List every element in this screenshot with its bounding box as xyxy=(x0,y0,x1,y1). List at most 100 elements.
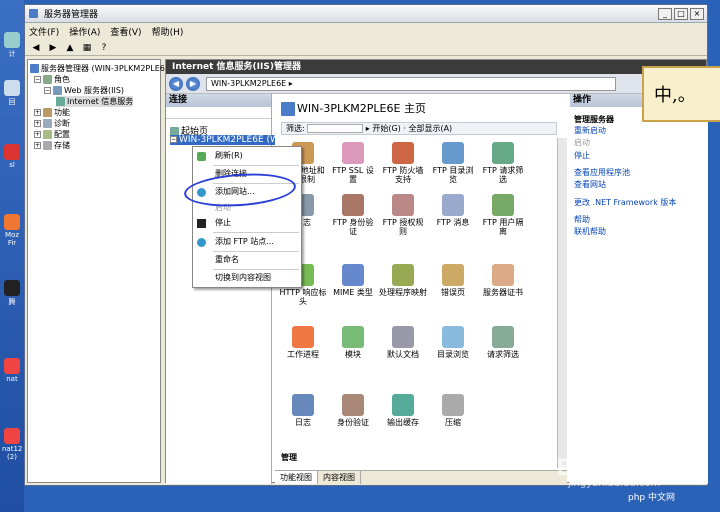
feature-item[interactable]: 请求筛选 xyxy=(479,326,527,359)
desktop-icon[interactable]: nat12 (2) xyxy=(2,428,22,461)
feature-label: FTP 授权规则 xyxy=(382,218,424,236)
feature-icon xyxy=(292,326,314,348)
feature-label: 工作进程 xyxy=(287,350,319,359)
back-button[interactable]: ◀ xyxy=(169,76,183,91)
feature-item[interactable]: FTP 防火墙支持 xyxy=(379,142,427,184)
feature-item[interactable]: FTP 消息 xyxy=(429,194,477,227)
menu-view[interactable]: 查看(V) xyxy=(110,25,141,38)
context-menu: 刷新(R) 删除连接 添加网站... 启动 停止 添加 FTP 站点... 重命… xyxy=(192,146,302,288)
vertical-scrollbar[interactable] xyxy=(557,138,567,468)
menu-refresh[interactable]: 刷新(R) xyxy=(193,149,301,163)
feature-icon xyxy=(492,326,514,348)
server-tree: 服务器管理器 (WIN-3PLKM2PLE6I − 角色 − Web 服务器(IIS… xyxy=(27,59,167,483)
manage-server-heading: 管理服务器 xyxy=(574,115,614,124)
minimize-button[interactable]: _ xyxy=(658,7,672,20)
tree-storage[interactable]: + 存储 xyxy=(34,140,70,151)
feature-item[interactable]: 默认文档 xyxy=(379,326,427,359)
tree-roles[interactable]: − 角色 xyxy=(34,74,70,85)
change-framework-link[interactable]: 更改 .NET Framework 版本 xyxy=(574,197,676,208)
menu-rename[interactable]: 重命名 xyxy=(193,253,301,267)
feature-item[interactable]: 处理程序映射 xyxy=(379,264,427,297)
baidu-url-watermark: jingyan.baidu.com xyxy=(568,478,661,489)
stop-link[interactable]: 停止 xyxy=(574,150,590,161)
tree-iis[interactable]: Internet 信息服务 xyxy=(56,96,134,107)
forward-icon[interactable]: ▶ xyxy=(46,41,60,54)
up-icon[interactable]: ▲ xyxy=(63,41,77,54)
firefox-icon[interactable]: Moz Fir xyxy=(2,214,22,247)
toolbar: ◀ ▶ ▲ ▦ ? xyxy=(25,39,707,56)
restart-link[interactable]: 重新启动 xyxy=(574,125,606,136)
feature-item[interactable]: 身份验证 xyxy=(329,394,377,427)
feature-item[interactable]: 服务器证书 xyxy=(479,264,527,297)
feature-item[interactable]: FTP 授权规则 xyxy=(379,194,427,236)
menu-bar: 文件(F) 操作(A) 查看(V) 帮助(H) xyxy=(25,23,707,39)
feature-icon xyxy=(442,194,464,216)
tree-web-server[interactable]: − Web 服务器(IIS) xyxy=(44,85,124,96)
tab-features-view[interactable]: 功能视图 xyxy=(275,471,318,484)
properties-icon[interactable]: ▦ xyxy=(80,41,94,54)
connections-title: 连接 xyxy=(166,94,271,107)
feature-item[interactable]: 工作进程 xyxy=(279,326,327,359)
menu-switch-content-view[interactable]: 切换到内容视图 xyxy=(193,271,301,285)
feature-item[interactable]: 模块 xyxy=(329,326,377,359)
help-icon[interactable]: ? xyxy=(97,41,111,54)
online-help-link[interactable]: 联机帮助 xyxy=(574,226,606,237)
menu-action[interactable]: 操作(A) xyxy=(69,25,100,38)
view-app-pools-link[interactable]: 查看应用程序池 xyxy=(574,167,630,178)
feature-item[interactable]: FTP 身份验证 xyxy=(329,194,377,236)
tree-diagnostics[interactable]: + 诊断 xyxy=(34,118,70,129)
feature-item[interactable]: 日志 xyxy=(279,394,327,427)
tree-features[interactable]: + 功能 xyxy=(34,107,70,118)
storage-icon xyxy=(43,141,52,150)
tree-root[interactable]: 服务器管理器 (WIN-3PLKM2PLE6I xyxy=(30,63,167,74)
forward-button[interactable]: ▶ xyxy=(186,76,200,91)
feature-item[interactable]: FTP 用户隔离 xyxy=(479,194,527,236)
menu-add-ftp-site[interactable]: 添加 FTP 站点... xyxy=(193,235,301,249)
feature-icon xyxy=(342,326,364,348)
help-link[interactable]: 帮助 xyxy=(574,214,590,225)
address-field[interactable]: WIN-3PLKM2PLE6E ▸ xyxy=(206,76,616,91)
feature-label: 默认文档 xyxy=(387,350,419,359)
desktop-icon[interactable]: sl xyxy=(2,144,22,169)
feature-label: 模块 xyxy=(345,350,361,359)
maximize-button[interactable]: □ xyxy=(674,7,688,20)
menu-stop[interactable]: 停止 xyxy=(193,216,301,230)
start-link[interactable]: 启动 xyxy=(574,137,590,148)
back-icon[interactable]: ◀ xyxy=(29,41,43,54)
qq-icon[interactable]: 腾 xyxy=(2,280,22,307)
view-sites-link[interactable]: 查看网站 xyxy=(574,179,606,190)
section-management: 管理 xyxy=(281,453,297,462)
go-button[interactable]: 开始(G) xyxy=(372,124,400,133)
filter-input[interactable] xyxy=(307,124,364,133)
tab-content-view[interactable]: 内容视图 xyxy=(318,471,361,484)
feature-item[interactable]: MIME 类型 xyxy=(329,264,377,297)
title-bar[interactable]: 服务器管理器 _ □ × xyxy=(25,5,707,23)
feature-icon xyxy=(392,194,414,216)
menu-separator xyxy=(213,269,299,270)
desktop-icon[interactable]: nat xyxy=(2,358,22,383)
feature-item[interactable]: 压缩 xyxy=(429,394,477,427)
address-bar: ◀ ▶ WIN-3PLKM2PLE6E ▸ xyxy=(166,74,706,94)
show-all-button[interactable]: 全部显示(A) xyxy=(408,124,452,133)
feature-item[interactable]: 目录浏览 xyxy=(429,326,477,359)
feature-icon xyxy=(492,142,514,164)
feature-icon xyxy=(442,142,464,164)
server-node[interactable]: − WIN-3PLKM2PLE6E (WI xyxy=(170,135,282,145)
feature-item[interactable]: 错误页 xyxy=(429,264,477,297)
feature-item[interactable]: FTP 请求筛选 xyxy=(479,142,527,184)
feature-label: FTP 目录浏览 xyxy=(432,166,474,184)
feature-icon xyxy=(442,264,464,286)
menu-file[interactable]: 文件(F) xyxy=(29,25,59,38)
feature-item[interactable]: 输出缓存 xyxy=(379,394,427,427)
feature-label: FTP SSL 设置 xyxy=(332,166,374,184)
feature-label: MIME 类型 xyxy=(333,288,373,297)
tree-configuration[interactable]: + 配置 xyxy=(34,129,70,140)
feature-item[interactable]: FTP SSL 设置 xyxy=(329,142,377,184)
recycle-bin-icon[interactable]: 回 xyxy=(2,80,22,107)
desktop-icon[interactable]: 计 xyxy=(2,32,22,59)
close-button[interactable]: × xyxy=(690,7,704,20)
window-title: 服务器管理器 xyxy=(44,10,99,20)
feature-item[interactable]: FTP 目录浏览 xyxy=(429,142,477,184)
menu-help[interactable]: 帮助(H) xyxy=(152,25,184,38)
stop-icon xyxy=(197,219,206,228)
